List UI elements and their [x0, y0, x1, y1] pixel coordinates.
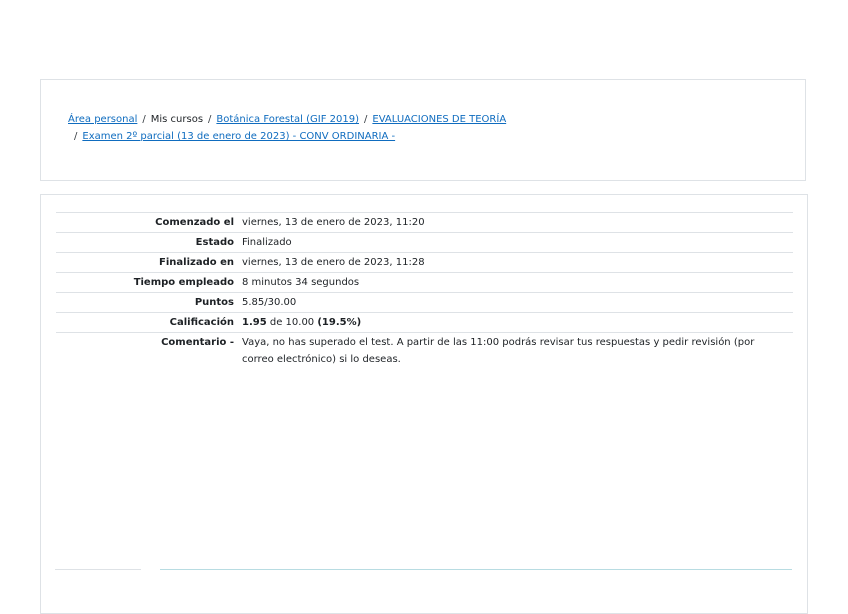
summary-row-marks: Puntos 5.85/30.00: [56, 292, 793, 313]
summary-value: Vaya, no has superado el test. A partir …: [242, 332, 793, 369]
breadcrumb-separator: /: [208, 114, 212, 125]
summary-label: Calificación: [56, 312, 242, 333]
quiz-summary-table: Comenzado el viernes, 13 de enero de 202…: [56, 212, 793, 369]
quiz-review-region: Comenzado el viernes, 13 de enero de 202…: [40, 194, 808, 614]
summary-row-state: Estado Finalizado: [56, 232, 793, 253]
summary-label: Estado: [56, 232, 242, 253]
breadcrumb-separator: /: [142, 114, 146, 125]
breadcrumb-separator: /: [74, 131, 78, 142]
summary-label: Tiempo empleado: [56, 272, 242, 293]
bottom-divider-right: [160, 569, 792, 570]
breadcrumb-item-my-courses: Mis cursos: [150, 114, 204, 125]
summary-value: viernes, 13 de enero de 2023, 11:28: [242, 252, 793, 273]
summary-value: viernes, 13 de enero de 2023, 11:20: [242, 212, 793, 233]
page-header: Área personal / Mis cursos / Botánica Forest…: [40, 79, 806, 181]
summary-row-completed: Finalizado en viernes, 13 de enero de 20…: [56, 252, 793, 273]
summary-row-time-taken: Tiempo empleado 8 minutos 34 segundos: [56, 272, 793, 293]
breadcrumb-link-course[interactable]: Botánica Forestal (GIF 2019): [216, 114, 359, 125]
summary-label: Comentario -: [56, 332, 242, 369]
summary-label: Puntos: [56, 292, 242, 313]
summary-value: Finalizado: [242, 232, 793, 253]
breadcrumb: Área personal / Mis cursos / Botánica Forest…: [68, 111, 788, 145]
summary-row-feedback: Comentario - Vaya, no has superado el te…: [56, 332, 793, 369]
breadcrumb-separator: /: [364, 114, 368, 125]
bottom-divider-left: [55, 569, 141, 570]
summary-value: 1.95 de 10.00 (19.5%): [242, 312, 793, 333]
grade-percent: (19.5%): [317, 317, 362, 328]
summary-value: 5.85/30.00: [242, 292, 793, 313]
breadcrumb-link-quiz[interactable]: Examen 2º parcial (13 de enero de 2023) …: [82, 131, 395, 142]
summary-label: Comenzado el: [56, 212, 242, 233]
summary-row-started: Comenzado el viernes, 13 de enero de 202…: [56, 212, 793, 233]
breadcrumb-link-home[interactable]: Área personal: [68, 114, 137, 125]
grade-score: 1.95: [242, 317, 267, 328]
summary-value: 8 minutos 34 segundos: [242, 272, 793, 293]
summary-label: Finalizado en: [56, 252, 242, 273]
grade-out-of: de 10.00: [266, 317, 318, 328]
summary-row-grade: Calificación 1.95 de 10.00 (19.5%): [56, 312, 793, 333]
breadcrumb-link-section[interactable]: EVALUACIONES DE TEORÍA: [372, 114, 506, 125]
